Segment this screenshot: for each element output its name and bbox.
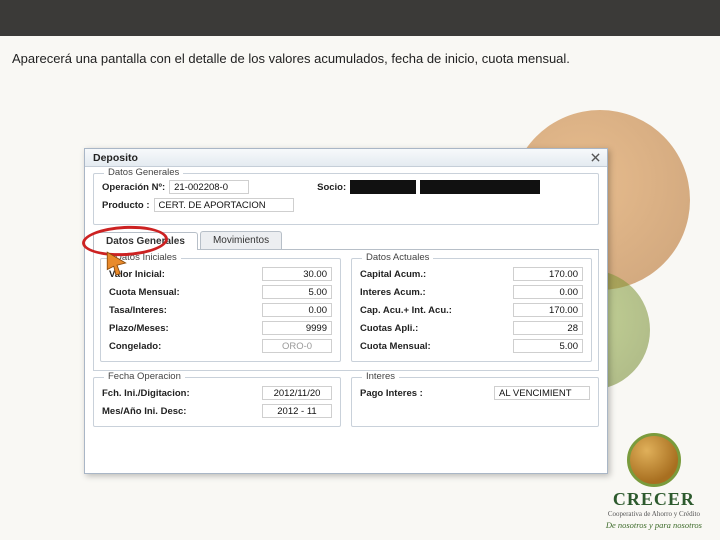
- datos-actuales-group: Datos Actuales Capital Acum.:170.00 Inte…: [351, 258, 592, 362]
- congelado-value: ORO-0: [262, 339, 332, 353]
- window-titlebar: Deposito: [85, 149, 607, 167]
- valor-inicial-label: Valor Inicial:: [109, 269, 256, 280]
- cuotas-apli-value: 28: [513, 321, 583, 335]
- interes-group: Interes Pago Interes :AL VENCIMIENT: [351, 377, 599, 427]
- socio-name-redacted: [420, 180, 540, 194]
- intro-text: Aparecerá una pantalla con el detalle de…: [0, 36, 720, 82]
- datos-iniciales-group: Datos Iniciales Valor Inicial:30.00 Cuot…: [100, 258, 341, 362]
- producto-value: CERT. DE APORTACION: [154, 198, 294, 212]
- close-icon[interactable]: [588, 151, 602, 165]
- pago-interes-value: AL VENCIMIENT: [494, 386, 590, 400]
- cap-int-label: Cap. Acu.+ Int. Acu.:: [360, 305, 507, 316]
- cuota-mensual-label: Cuota Mensual:: [109, 287, 256, 298]
- group-legend: Datos Actuales: [362, 252, 433, 263]
- capital-acum-label: Capital Acum.:: [360, 269, 507, 280]
- logo-globe-icon: [627, 433, 681, 487]
- tasa-label: Tasa/Interes:: [109, 305, 256, 316]
- cap-int-value: 170.00: [513, 303, 583, 317]
- fch-ini-value: 2012/11/20: [262, 386, 332, 400]
- tabs-bar: Datos Generales Movimientos: [93, 231, 599, 250]
- tab-panel: Datos Iniciales Valor Inicial:30.00 Cuot…: [93, 250, 599, 371]
- group-legend: Fecha Operacion: [104, 371, 185, 382]
- producto-label: Producto :: [102, 200, 150, 211]
- group-legend: Datos Generales: [104, 167, 183, 178]
- brand-logo: CRECER Cooperativa de Ahorro y Crédito D…: [606, 433, 702, 530]
- capital-acum-value: 170.00: [513, 267, 583, 281]
- tasa-value: 0.00: [262, 303, 332, 317]
- valor-inicial-value: 30.00: [262, 267, 332, 281]
- cuota-mensual-act-value: 5.00: [513, 339, 583, 353]
- interes-acum-value: 0.00: [513, 285, 583, 299]
- operacion-label: Operación Nº:: [102, 182, 165, 193]
- fecha-operacion-group: Fecha Operacion Fch. Ini./Digitacion:201…: [93, 377, 341, 427]
- cuotas-apli-label: Cuotas Apli.:: [360, 323, 507, 334]
- group-legend: Interes: [362, 371, 399, 382]
- plazo-value: 9999: [262, 321, 332, 335]
- fch-ini-label: Fch. Ini./Digitacion:: [102, 388, 256, 399]
- mes-ano-value: 2012 - 11: [262, 404, 332, 418]
- brand-name: CRECER: [606, 489, 702, 510]
- tab-movimientos[interactable]: Movimientos: [200, 231, 282, 249]
- congelado-label: Congelado:: [109, 341, 256, 352]
- cuota-mensual-value: 5.00: [262, 285, 332, 299]
- plazo-label: Plazo/Meses:: [109, 323, 256, 334]
- cuota-mensual-act-label: Cuota Mensual:: [360, 341, 507, 352]
- brand-slogan: De nosotros y para nosotros: [606, 520, 702, 530]
- socio-code-redacted: [350, 180, 416, 194]
- mes-ano-label: Mes/Año Ini. Desc:: [102, 406, 256, 417]
- deposit-window: Deposito Datos Generales Operación Nº: 2…: [84, 148, 608, 474]
- window-title: Deposito: [93, 152, 138, 164]
- brand-subtitle: Cooperativa de Ahorro y Crédito: [606, 510, 702, 518]
- socio-label: Socio:: [317, 182, 346, 193]
- pago-interes-label: Pago Interes :: [360, 388, 488, 399]
- operacion-value: 21-002208-0: [169, 180, 249, 194]
- interes-acum-label: Interes Acum.:: [360, 287, 507, 298]
- datos-generales-group: Datos Generales Operación Nº: 21-002208-…: [93, 173, 599, 225]
- cursor-arrow-icon: [104, 250, 130, 281]
- slide-top-bar: [0, 0, 720, 36]
